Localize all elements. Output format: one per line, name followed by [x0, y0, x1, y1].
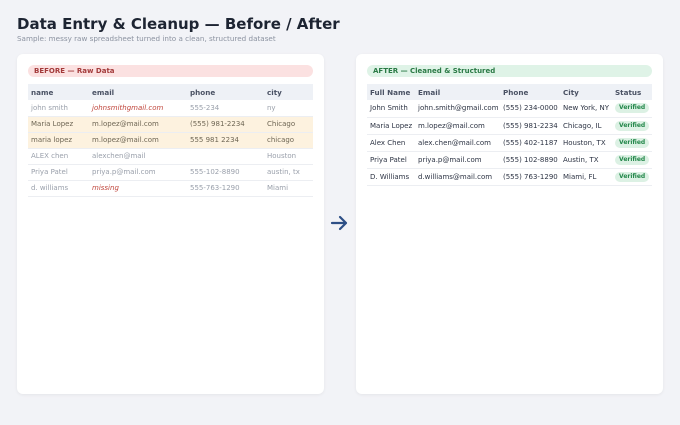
raw-table-row: maria lopez m.lopez@mail.com 555 981 2234 c… — [28, 132, 313, 149]
clean-cell-city: Austin, TX — [560, 151, 612, 169]
clean-cell-phone: (555) 102-8890 — [500, 151, 560, 169]
clean-cell-email: alex.chen@mail.com — [415, 134, 500, 152]
raw-cell-phone: 555-763-1290 — [187, 180, 264, 197]
raw-cell-phone: 555 981 2234 — [187, 132, 264, 149]
clean-cell-full-name: D. Williams — [367, 168, 415, 186]
clean-cell-status: Verified — [612, 117, 652, 135]
raw-cell-name: Maria Lopez — [28, 116, 89, 133]
before-label: BEFORE — Raw Data — [28, 65, 313, 77]
clean-cell-status: Verified — [612, 151, 652, 169]
clean-cell-email: priya.p@mail.com — [415, 151, 500, 169]
clean-cell-phone: (555) 981-2234 — [500, 117, 560, 135]
clean-cell-city: New York, NY — [560, 100, 612, 118]
clean-cell-full-name: Maria Lopez — [367, 117, 415, 135]
clean-header-full-name: Full Name — [367, 84, 415, 100]
clean-cell-status: Verified — [612, 100, 652, 118]
clean-cell-full-name: Priya Patel — [367, 151, 415, 169]
clean-cell-phone: (555) 763-1290 — [500, 168, 560, 186]
before-panel: BEFORE — Raw Data name email phone city … — [17, 54, 324, 394]
clean-header-city: City — [560, 84, 612, 100]
raw-cell-city: austin, tx — [264, 164, 313, 181]
page-subtitle: Sample: messy raw spreadsheet turned int… — [17, 34, 276, 43]
clean-header-phone: Phone — [500, 84, 560, 100]
clean-cell-email: john.smith@gmail.com — [415, 100, 500, 118]
verified-status-badge: Verified — [615, 103, 650, 114]
clean-cell-full-name: John Smith — [367, 100, 415, 118]
clean-cell-city: Miami, FL — [560, 168, 612, 186]
clean-header-email: Email — [415, 84, 500, 100]
clean-table-row: John Smith john.smith@gmail.com (555) 234-… — [367, 100, 652, 118]
raw-table-row: ALEX chen alexchen@mail Houston — [28, 148, 313, 165]
clean-cell-city: Chicago, IL — [560, 117, 612, 135]
after-label: AFTER — Cleaned & Structured — [367, 65, 652, 77]
arrow-right-icon — [330, 215, 348, 231]
raw-table-row: john smith johnsmithgmail.com 555-234 ny — [28, 100, 313, 117]
raw-cell-phone — [187, 148, 264, 165]
verified-status-badge: Verified — [615, 120, 650, 131]
raw-table-row: d. williams missing 555-763-1290 Miami — [28, 180, 313, 197]
clean-table-row: Maria Lopez m.lopez@mail.com (555) 981-223… — [367, 117, 652, 135]
clean-cell-email: d.williams@mail.com — [415, 168, 500, 186]
clean-cell-status: Verified — [612, 168, 652, 186]
raw-table-row: Maria Lopez m.lopez@mail.com (555) 981-223… — [28, 116, 313, 133]
raw-data-table: name email phone city john smith johnsmit… — [28, 84, 313, 197]
verified-status-badge: Verified — [615, 137, 650, 148]
verified-status-badge: Verified — [615, 171, 650, 182]
raw-cell-email: missing — [89, 180, 187, 197]
clean-cell-status: Verified — [612, 134, 652, 152]
raw-cell-name: ALEX chen — [28, 148, 89, 165]
clean-cell-phone: (555) 234-0000 — [500, 100, 560, 118]
raw-cell-email: alexchen@mail — [89, 148, 187, 165]
raw-header-email: email — [89, 84, 187, 100]
raw-cell-name: maria lopez — [28, 132, 89, 149]
clean-cell-city: Houston, TX — [560, 134, 612, 152]
page-title: Data Entry & Cleanup — Before / After — [17, 15, 340, 33]
raw-header-row: name email phone city — [28, 84, 313, 100]
raw-cell-name: Priya Patel — [28, 164, 89, 181]
raw-cell-city: chicago — [264, 132, 313, 149]
clean-cell-email: m.lopez@mail.com — [415, 117, 500, 135]
clean-table-row: Alex Chen alex.chen@mail.com (555) 402-118… — [367, 134, 652, 152]
raw-cell-city: Miami — [264, 180, 313, 197]
clean-header-row: Full Name Email Phone City Status — [367, 84, 652, 100]
raw-header-name: name — [28, 84, 89, 100]
verified-status-badge: Verified — [615, 154, 650, 165]
raw-header-city: city — [264, 84, 313, 100]
raw-cell-phone: 555-102-8890 — [187, 164, 264, 181]
raw-cell-city: ny — [264, 100, 313, 117]
clean-cell-phone: (555) 402-1187 — [500, 134, 560, 152]
raw-cell-email: m.lopez@mail.com — [89, 132, 187, 149]
raw-cell-email: m.lopez@mail.com — [89, 116, 187, 133]
raw-cell-name: john smith — [28, 100, 89, 117]
raw-cell-phone: (555) 981-2234 — [187, 116, 264, 133]
raw-cell-city: Chicago — [264, 116, 313, 133]
clean-table-row: D. Williams d.williams@mail.com (555) 763-… — [367, 168, 652, 186]
raw-cell-email: priya.p@mail.com — [89, 164, 187, 181]
raw-cell-city: Houston — [264, 148, 313, 165]
clean-data-table: Full Name Email Phone City Status John S… — [367, 84, 652, 186]
raw-cell-name: d. williams — [28, 180, 89, 197]
raw-header-phone: phone — [187, 84, 264, 100]
clean-header-status: Status — [612, 84, 652, 100]
raw-table-row: Priya Patel priya.p@mail.com 555-102-8890 a… — [28, 164, 313, 181]
after-panel: AFTER — Cleaned & Structured Full Name E… — [356, 54, 663, 394]
raw-cell-email: johnsmithgmail.com — [89, 100, 187, 117]
clean-table-row: Priya Patel priya.p@mail.com (555) 102-889… — [367, 151, 652, 169]
clean-cell-full-name: Alex Chen — [367, 134, 415, 152]
raw-cell-phone: 555-234 — [187, 100, 264, 117]
